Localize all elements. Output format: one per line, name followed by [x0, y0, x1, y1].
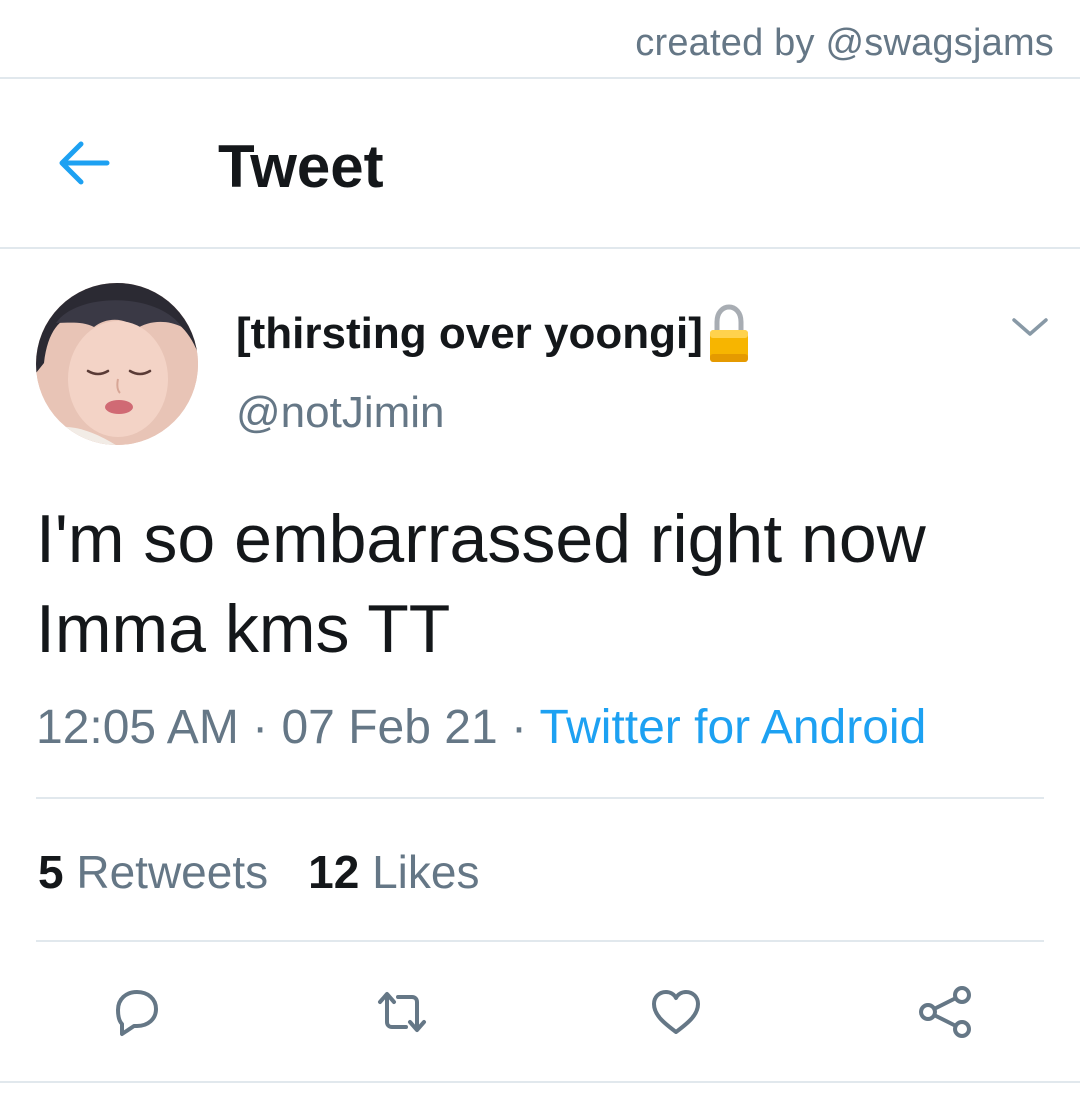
meta-separator-2: · — [497, 701, 540, 754]
like-button[interactable] — [646, 982, 706, 1042]
tweet-text-line-1: I'm so embarrassed right now — [36, 501, 926, 577]
reply-button[interactable] — [106, 982, 166, 1042]
share-button[interactable] — [916, 982, 976, 1042]
header-bar: Tweet — [0, 80, 1080, 246]
back-button[interactable] — [52, 135, 116, 191]
tweet-date: 07 Feb 21 — [281, 701, 498, 754]
retweet-button[interactable] — [372, 982, 432, 1042]
tweet-time: 12:05 AM — [36, 701, 239, 754]
share-icon — [919, 986, 971, 1038]
avatar[interactable] — [36, 283, 198, 445]
display-name[interactable]: [thirsting over yoongi] — [236, 304, 751, 364]
retweets-count: 5 — [38, 846, 64, 898]
lock-icon — [709, 304, 748, 362]
chevron-down-icon — [1012, 318, 1048, 336]
page-title: Tweet — [218, 133, 384, 200]
actions-divider — [0, 1081, 1080, 1083]
watermark: created by @swagsjams — [635, 22, 1054, 64]
retweets-stat[interactable]: 5 Retweets — [38, 846, 268, 898]
tweet-text-line-2: Imma kms TT — [36, 591, 451, 667]
tweet-meta: 12:05 AM · 07 Feb 21 · Twitter for Andro… — [36, 700, 926, 755]
tweet-source-link[interactable]: Twitter for Android — [539, 701, 926, 754]
reply-icon — [116, 990, 158, 1036]
tweet-stats: 5 Retweets 12 Likes — [38, 845, 479, 899]
tweet-text: I'm so embarrassed right now Imma kms TT — [36, 494, 1046, 674]
meta-divider — [36, 797, 1044, 799]
header-divider — [0, 247, 1080, 249]
stats-divider — [36, 940, 1044, 942]
likes-count: 12 — [308, 846, 360, 898]
retweet-icon — [378, 992, 426, 1032]
arrow-left-icon — [59, 141, 110, 185]
likes-stat[interactable]: 12 Likes — [308, 846, 479, 898]
tweet-detail-page: created by @swagsjams Tweet [thirsting o… — [0, 0, 1080, 1102]
like-icon — [652, 990, 700, 1034]
tweet-options-button[interactable] — [1008, 310, 1052, 344]
likes-label: Likes — [372, 846, 480, 898]
display-name-text: [thirsting over yoongi] — [236, 309, 703, 358]
meta-separator-1: · — [238, 701, 282, 754]
user-handle[interactable]: @notJimin — [236, 388, 445, 438]
top-divider — [0, 77, 1080, 79]
avatar-image — [36, 283, 198, 445]
retweets-label: Retweets — [76, 846, 269, 898]
